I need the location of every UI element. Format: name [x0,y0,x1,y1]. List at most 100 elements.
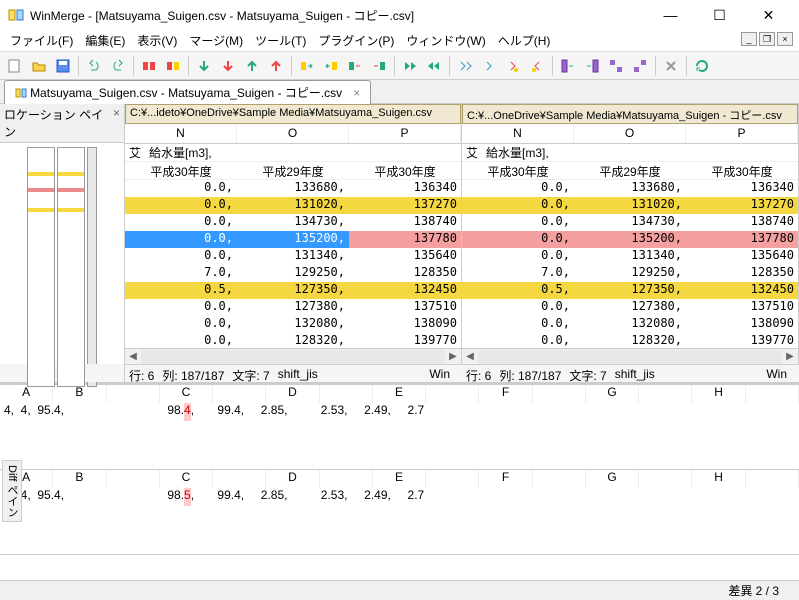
new-icon[interactable] [4,55,26,77]
location-pane-close-icon[interactable]: × [113,106,120,140]
hscrollbar[interactable]: ◀▶ [462,348,798,364]
toolbar [0,52,799,80]
diff-pane-label[interactable]: Diff ペイン [2,460,22,522]
diff-col [746,470,799,488]
menu-edit[interactable]: 編集(E) [79,30,131,51]
data-row[interactable]: 0.0,132080,138090 [125,316,461,333]
col-p[interactable]: P [349,124,461,143]
col-o[interactable]: O [237,124,349,143]
diff-col: E [373,385,426,403]
nav3-icon[interactable] [502,55,524,77]
arrow-down-green-icon[interactable] [193,55,215,77]
data-row[interactable]: 0.0,127380,137510 [462,299,798,316]
location-pane-title: ロケーション ペイン [4,106,113,140]
col-n[interactable]: N [462,124,574,143]
data-row[interactable]: 0.0,131020,137270 [462,197,798,214]
menu-view[interactable]: 表示(V) [131,30,183,51]
tab-close-icon[interactable]: × [353,86,360,100]
app-logo-icon [8,7,24,23]
data-row[interactable]: 0.0,133680,136340 [125,180,461,197]
data-row[interactable]: 0.5,127350,132450 [462,282,798,299]
diff-col [426,385,479,403]
col-n[interactable]: N [125,124,237,143]
open-icon[interactable] [28,55,50,77]
diff-col [746,385,799,403]
hscrollbar[interactable]: ◀▶ [125,348,461,364]
minimize-button[interactable]: — [648,1,693,29]
data-row[interactable]: 0.0,132080,138090 [462,316,798,333]
diff2-icon[interactable] [162,55,184,77]
merge4-icon[interactable] [629,55,651,77]
data-row[interactable]: 0.0,135200,137780 [125,231,461,248]
data-row[interactable]: 0.0,128320,139770 [125,333,461,348]
arrow-up-green-icon[interactable] [241,55,263,77]
menu-window[interactable]: ウィンドウ(W) [400,30,491,51]
right-path[interactable]: C:¥...OneDrive¥Sample Media¥Matsuyama_Su… [462,104,798,124]
data-row[interactable]: 0.0,131340,135640 [462,248,798,265]
data-row[interactable]: 0.0,131020,137270 [125,197,461,214]
mdi-minimize-button[interactable]: _ [741,32,757,46]
scroll-right-icon[interactable]: ▶ [445,351,461,362]
data-row[interactable]: 7.0,129250,128350 [462,265,798,282]
scroll-right-icon[interactable]: ▶ [782,351,798,362]
scroll-left-icon[interactable]: ◀ [125,351,141,362]
data-row[interactable]: 0.0,131340,135640 [125,248,461,265]
close-button[interactable]: ✕ [746,1,791,29]
nav2-icon[interactable] [478,55,500,77]
mdi-close-button[interactable]: × [777,32,793,46]
status-left: 行: 6列: 187/187文字: 7 shift_jisWin [125,364,462,382]
location-pane: ロケーション ペイン × [0,104,125,364]
nav1-icon[interactable] [454,55,476,77]
arrow-down-red-icon[interactable] [217,55,239,77]
menu-plugins[interactable]: プラグイン(P) [312,30,400,51]
location-bar-left[interactable] [27,147,55,387]
scroll-left-icon[interactable]: ◀ [462,351,478,362]
save-icon[interactable] [52,55,74,77]
data-row[interactable]: 0.0,135200,137780 [462,231,798,248]
diff1-icon[interactable] [138,55,160,77]
arrow-up-red-icon[interactable] [265,55,287,77]
data-row[interactable]: 0.0,133680,136340 [462,180,798,197]
diff-col: G [586,470,639,488]
diff-col: D [266,385,319,403]
menu-file[interactable]: ファイル(F) [4,30,79,51]
location-bar-right[interactable] [57,147,85,387]
redo-icon[interactable] [107,55,129,77]
right-pane: C:¥...OneDrive¥Sample Media¥Matsuyama_Su… [462,104,799,364]
mdi-restore-button[interactable]: ❐ [759,32,775,46]
location-ruler[interactable] [87,147,97,387]
copy-right-icon[interactable] [296,55,318,77]
diff-col [320,470,373,488]
diff-col: H [692,470,745,488]
menu-tools[interactable]: ツール(T) [249,30,312,51]
tabbar: Matsuyama_Suigen.csv - Matsuyama_Suigen … [0,80,799,104]
data-row[interactable]: 0.0,127380,137510 [125,299,461,316]
merge2-icon[interactable] [581,55,603,77]
left-path[interactable]: C:¥...ideto¥OneDrive¥Sample Media¥Matsuy… [125,104,461,124]
diff-col: C [160,385,213,403]
data-row[interactable]: 0.0,134730,138740 [462,214,798,231]
data-row[interactable]: 0.5,127350,132450 [125,282,461,299]
data-row[interactable]: 0.0,128320,139770 [462,333,798,348]
refresh-icon[interactable] [691,55,713,77]
diff-col [213,470,266,488]
all-left-icon[interactable] [423,55,445,77]
col-p[interactable]: P [686,124,798,143]
all-right-icon[interactable] [399,55,421,77]
merge1-icon[interactable] [557,55,579,77]
copy-right2-icon[interactable] [344,55,366,77]
undo-icon[interactable] [83,55,105,77]
menu-merge[interactable]: マージ(M) [183,30,249,51]
col-o[interactable]: O [574,124,686,143]
file-tab[interactable]: Matsuyama_Suigen.csv - Matsuyama_Suigen … [4,80,371,104]
data-row[interactable]: 7.0,129250,128350 [125,265,461,282]
data-row[interactable]: 0.0,134730,138740 [125,214,461,231]
menu-help[interactable]: ヘルプ(H) [492,30,557,51]
merge3-icon[interactable] [605,55,627,77]
nav4-icon[interactable] [526,55,548,77]
copy-left2-icon[interactable] [368,55,390,77]
stop-icon[interactable] [660,55,682,77]
copy-left-icon[interactable] [320,55,342,77]
sub-header: 平成30年度平成29年度平成30年度 [462,162,798,180]
maximize-button[interactable]: ☐ [697,1,742,29]
